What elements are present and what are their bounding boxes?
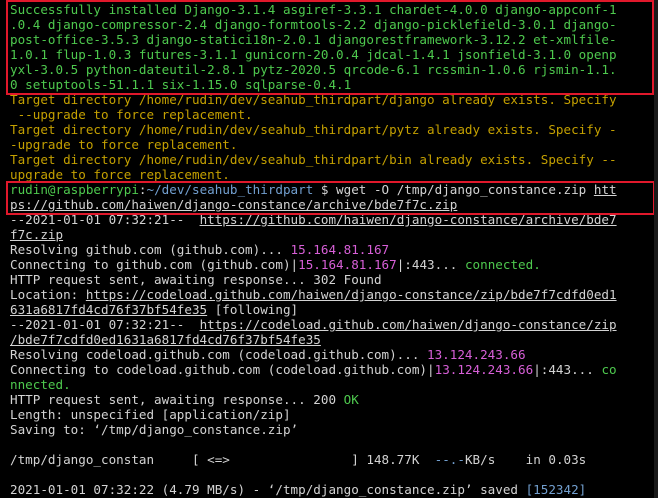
terminal-line: .0.4 django-compressor-2.4 django-formto… (10, 17, 650, 32)
terminal-text[interactable]: https://github.com/haiwen/django-constan… (200, 212, 617, 227)
terminal-text: -upgrade to force replacement. (10, 137, 238, 152)
terminal-line: Connecting to codeload.github.com (codel… (10, 362, 650, 377)
terminal-line: --2021-01-01 07:32:21-- https://codeload… (10, 317, 650, 332)
terminal-text: Connecting to github.com (github.com)| (10, 257, 299, 272)
terminal-text: HTTP request sent, awaiting response... … (10, 272, 382, 287)
terminal-line: Target directory /home/rudin/dev/seahub_… (10, 152, 650, 167)
terminal-line: HTTP request sent, awaiting response... … (10, 392, 650, 407)
terminal-text: yxl-3.0.5 python-dateutil-2.8.1 pytz-202… (10, 62, 617, 77)
terminal-text: /tmp/django_constan [ <=> ] 148.77K (10, 452, 435, 467)
terminal-text[interactable]: https://codeload.github.com/haiwen/djang… (200, 317, 617, 332)
terminal-line: --upgrade to force replacement. (10, 107, 650, 122)
terminal-text: : (138, 182, 147, 197)
terminal-text: ~/dev/seahub_thirdpart (146, 182, 314, 197)
terminal-line: 0 setuptools-51.1.1 six-1.15.0 sqlparse-… (10, 77, 650, 92)
terminal-line: /bde7f7cdfd0ed1631a6817fd4cd76f37bf54fe3… (10, 332, 650, 347)
terminal-text: Connecting to codeload.github.com (codel… (10, 362, 435, 377)
terminal-line: Successfully installed Django-3.1.4 asgi… (10, 2, 650, 17)
terminal-text[interactable]: f7c.zip (10, 227, 63, 242)
terminal-text: Resolving codeload.github.com (codeload.… (10, 347, 428, 362)
terminal-text: --.- (434, 452, 465, 467)
terminal-line: 631a6817fd4cd76f37bf54fe35 [following] (10, 302, 650, 317)
terminal-text: [following] (207, 302, 299, 317)
terminal-text: OK (343, 392, 359, 407)
scrollbar[interactable] (654, 0, 658, 498)
terminal-output: Successfully installed Django-3.1.4 asgi… (10, 2, 650, 497)
terminal-line: Saving to: ‘/tmp/django_constance.zip’ (10, 422, 650, 437)
terminal-text: 13.124.243.66 (427, 347, 526, 362)
terminal-line: Target directory /home/rudin/dev/seahub_… (10, 92, 650, 107)
terminal-text: [152342] (525, 482, 587, 497)
terminal-text: 1.0.1 flup-1.0.3 futures-3.1.1 gunicorn-… (10, 47, 617, 62)
terminal-line: post-office-3.5.3 django-statici18n-2.0.… (10, 32, 650, 47)
terminal-line: f7c.zip (10, 227, 650, 242)
terminal-text: Saving to: ‘/tmp/django_constance.zip’ (10, 422, 299, 437)
terminal-text: 2021-01-01 07:32:22 (4.79 MB/s) - ‘/tmp/… (10, 482, 526, 497)
terminal-line: Location: https://codeload.github.com/ha… (10, 287, 650, 302)
terminal-text[interactable]: https://codeload.github.com/haiwen/djang… (86, 287, 617, 302)
terminal-text: rudin@raspberrypi (10, 182, 139, 197)
terminal-line: upgrade to force replacement. (10, 167, 650, 182)
terminal-text: --2021-01-01 07:32:21-- (10, 317, 200, 332)
terminal-line: Length: unspecified [application/zip] (10, 407, 650, 422)
terminal-line: Connecting to github.com (github.com)|15… (10, 257, 650, 272)
terminal-line: Resolving codeload.github.com (codeload.… (10, 347, 650, 362)
terminal-line: /tmp/django_constan [ <=> ] 148.77K --.-… (10, 452, 650, 467)
terminal-text: $ wget -O /tmp/django_constance.zip (313, 182, 594, 197)
terminal-text: upgrade to force replacement. (10, 167, 230, 182)
terminal-line: ps://github.com/haiwen/django-constance/… (10, 197, 650, 212)
terminal-text: co (601, 362, 617, 377)
terminal-text: Location: (10, 287, 86, 302)
terminal-text: .0.4 django-compressor-2.4 django-formto… (10, 17, 617, 32)
terminal-text[interactable]: /bde7f7cdfd0ed1631a6817fd4cd76f37bf54fe3… (10, 332, 321, 347)
terminal-line: -upgrade to force replacement. (10, 137, 650, 152)
terminal-text: Target directory /home/rudin/dev/seahub_… (10, 122, 617, 137)
terminal-text: 15.164.81.167 (298, 257, 397, 272)
terminal-line: 2021-01-01 07:32:22 (4.79 MB/s) - ‘/tmp/… (10, 482, 650, 497)
terminal-text[interactable]: 631a6817fd4cd76f37bf54fe35 (10, 302, 207, 317)
terminal-text: Successfully installed Django-3.1.4 asgi… (10, 2, 617, 17)
terminal-text: |:443... (533, 362, 602, 377)
terminal-line: 1.0.1 flup-1.0.3 futures-3.1.1 gunicorn-… (10, 47, 650, 62)
terminal-text: post-office-3.5.3 django-statici18n-2.0.… (10, 32, 617, 47)
terminal-text: |:443... (396, 257, 465, 272)
terminal-text: nnected. (10, 377, 71, 392)
terminal-line: rudin@raspberrypi:~/dev/seahub_thirdpart… (10, 182, 650, 197)
terminal-text: Resolving github.com (github.com)... (10, 242, 291, 257)
terminal-text[interactable]: ps://github.com/haiwen/django-constance/… (10, 197, 457, 212)
terminal-line: --2021-01-01 07:32:21-- https://github.c… (10, 212, 650, 227)
terminal-line: HTTP request sent, awaiting response... … (10, 272, 650, 287)
terminal-text: Target directory /home/rudin/dev/seahub_… (10, 92, 617, 107)
terminal-text: --upgrade to force replacement. (10, 107, 253, 122)
terminal-line: Target directory /home/rudin/dev/seahub_… (10, 122, 650, 137)
terminal-text: 15.164.81.167 (290, 242, 390, 257)
terminal-text: --2021-01-01 07:32:21-- (10, 212, 200, 227)
terminal-text: KB/s in 0.03s (464, 452, 587, 467)
terminal-text: 0 setuptools-51.1.1 six-1.15.0 sqlparse-… (10, 77, 352, 92)
terminal-text: connected. (464, 257, 541, 272)
terminal-line: Resolving github.com (github.com)... 15.… (10, 242, 650, 257)
terminal-text: HTTP request sent, awaiting response... … (10, 392, 344, 407)
terminal-line: yxl-3.0.5 python-dateutil-2.8.1 pytz-202… (10, 62, 650, 77)
terminal-text: Length: unspecified [application/zip] (10, 407, 291, 422)
terminal-text: Target directory /home/rudin/dev/seahub_… (10, 152, 617, 167)
terminal-line: nnected. (10, 377, 650, 392)
terminal-text[interactable]: htt (594, 182, 617, 197)
terminal-text: 13.124.243.66 (434, 362, 534, 377)
